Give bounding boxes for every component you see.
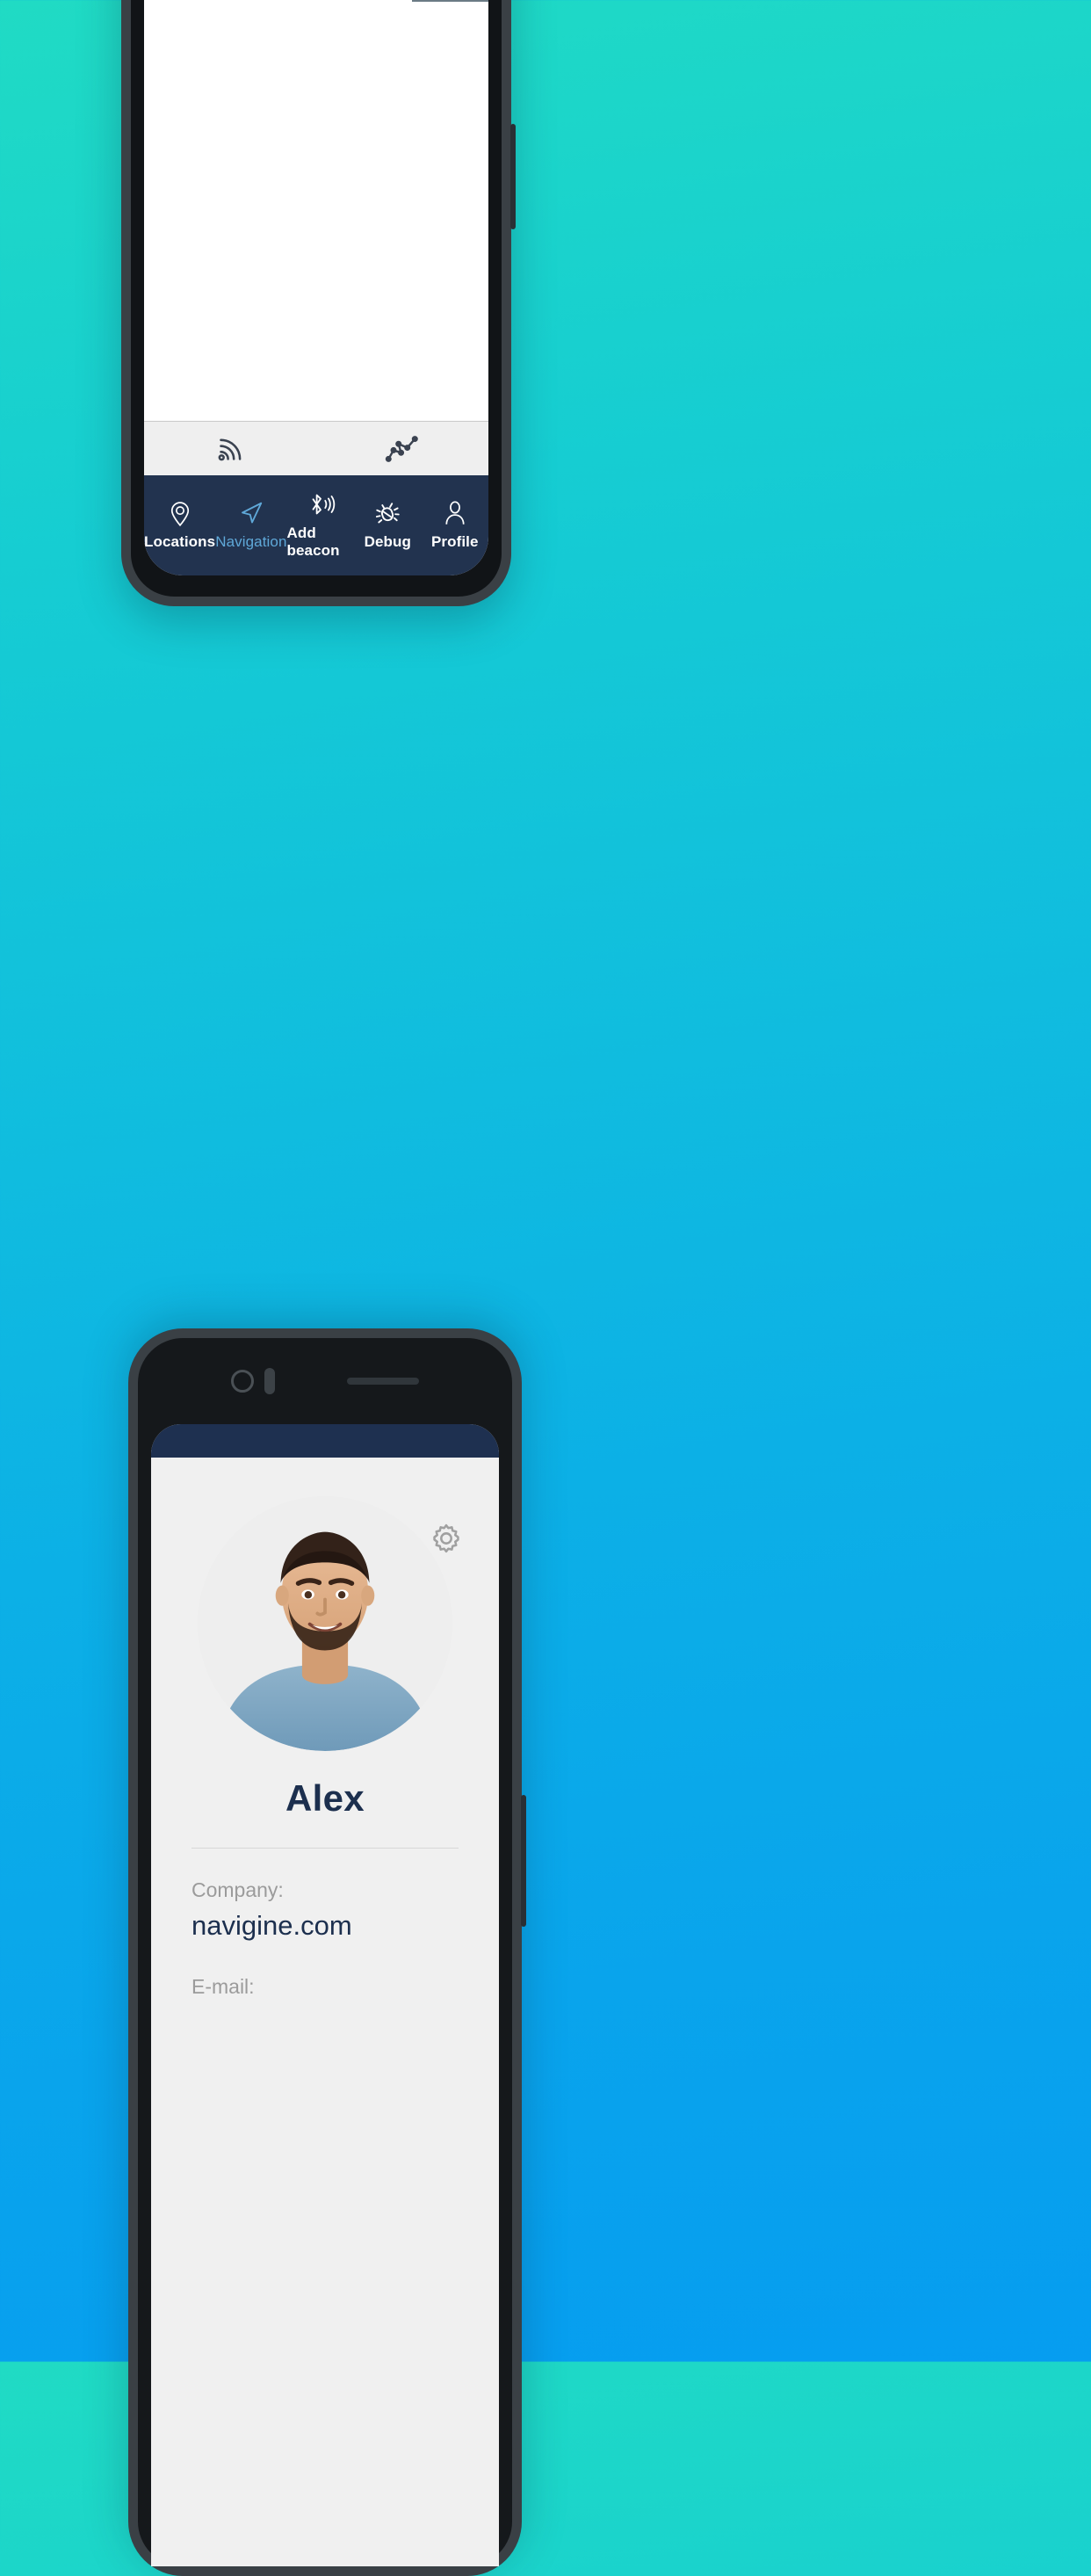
field-label-email: E-mail: — [191, 1975, 255, 1998]
front-camera-icon — [231, 1370, 254, 1393]
polyline-path-icon — [385, 435, 418, 462]
avatar[interactable] — [198, 1496, 452, 1751]
user-avatar-photo — [198, 1496, 452, 1751]
map-toolbar — [144, 421, 488, 475]
nav-item-profile[interactable]: Profile — [422, 475, 488, 575]
wifi-signal-icon — [218, 438, 242, 460]
navigation-arrow-icon — [238, 500, 264, 526]
profile-divider — [191, 1848, 459, 1849]
nav-label-debug: Debug — [364, 533, 411, 550]
route-path-button[interactable] — [316, 433, 488, 465]
nav-item-navigation[interactable]: Navigation — [215, 475, 286, 575]
field-email: E-mail: — [191, 1975, 459, 1999]
nav-label-add-beacon: Add beacon — [286, 525, 340, 559]
phone-device-top: Locations Navigation Add beacon Debug Pr… — [121, 0, 516, 606]
phone-screen-profile: Alex Company: navigine.com E-mail: — [151, 1424, 499, 2566]
nav-label-navigation: Navigation — [215, 533, 287, 550]
status-bar — [151, 1424, 499, 1458]
phone-bezel-top — [138, 1338, 512, 1424]
nav-item-debug[interactable]: Debug — [354, 475, 422, 575]
nav-label-locations: Locations — [144, 533, 216, 550]
map-pin-icon — [168, 500, 192, 526]
indoor-map-canvas[interactable] — [144, 0, 488, 475]
field-label-company: Company: — [191, 1878, 284, 1901]
bug-icon — [374, 500, 401, 526]
phone-screen-navigation: Locations Navigation Add beacon Debug Pr… — [144, 0, 488, 575]
field-value-company[interactable]: navigine.com — [191, 1910, 459, 1942]
proximity-sensor-icon — [264, 1368, 275, 1394]
nav-item-add-beacon[interactable]: Add beacon — [287, 475, 355, 575]
person-icon — [444, 500, 466, 526]
wifi-measure-button[interactable] — [144, 433, 316, 465]
gear-icon — [433, 1523, 459, 1553]
phone-side-button-bottom[interactable] — [521, 1795, 526, 1927]
field-company: Company: navigine.com — [191, 1878, 459, 1942]
settings-button[interactable] — [427, 1519, 466, 1558]
profile-name: Alex — [285, 1777, 365, 1819]
phone-side-button-top[interactable] — [510, 124, 516, 229]
profile-content: Alex Company: navigine.com E-mail: — [151, 1496, 499, 1999]
bluetooth-signal-icon — [306, 491, 336, 517]
map-room[interactable] — [412, 0, 488, 2]
bottom-navigation-bar: Locations Navigation Add beacon Debug Pr… — [144, 475, 488, 575]
nav-label-profile: Profile — [430, 533, 479, 550]
phone-device-bottom: Alex Company: navigine.com E-mail: — [128, 1328, 526, 2576]
earpiece-speaker-icon — [347, 1378, 419, 1385]
nav-item-locations[interactable]: Locations — [144, 475, 215, 575]
